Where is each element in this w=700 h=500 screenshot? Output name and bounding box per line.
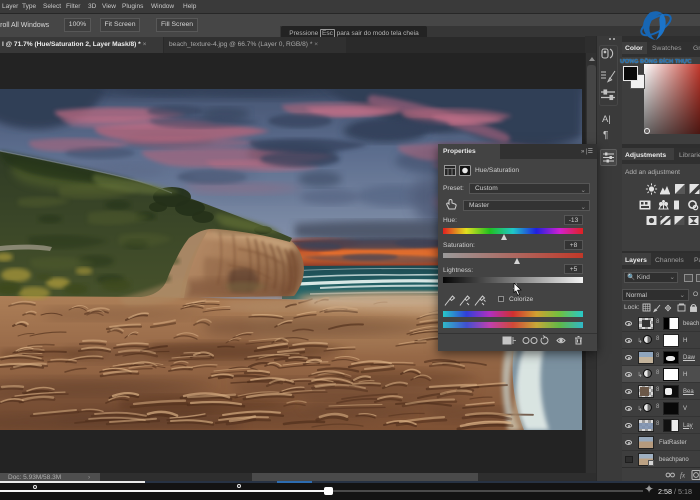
svg-text:A|: A| — [602, 114, 611, 125]
svg-text:fx: fx — [680, 472, 686, 480]
svg-text:¶: ¶ — [603, 130, 608, 141]
